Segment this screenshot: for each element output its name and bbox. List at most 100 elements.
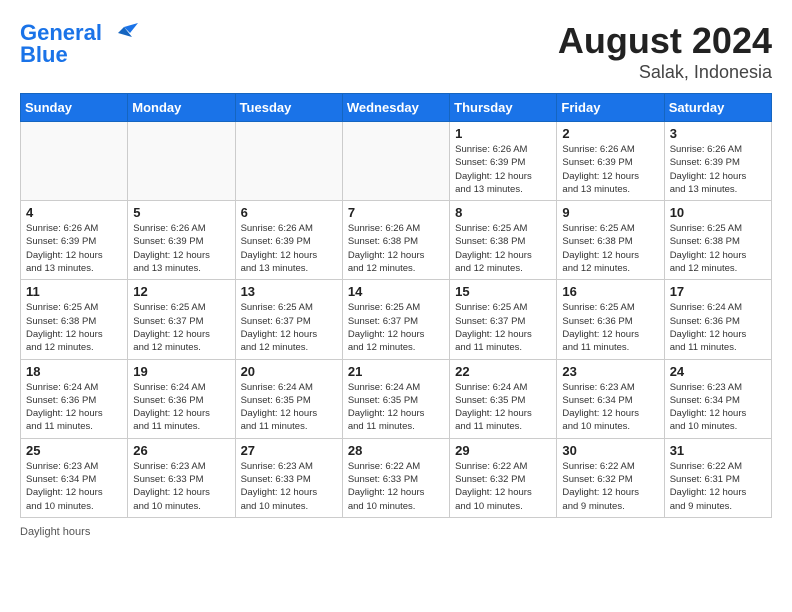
calendar-cell-1-1	[21, 122, 128, 201]
day-info: Sunrise: 6:25 AMSunset: 6:38 PMDaylight:…	[455, 222, 551, 275]
calendar-cell-3-2: 12 Sunrise: 6:25 AMSunset: 6:37 PMDayligh…	[128, 280, 235, 359]
day-number: 8	[455, 205, 551, 220]
day-info: Sunrise: 6:25 AMSunset: 6:38 PMDaylight:…	[670, 222, 766, 275]
calendar-footer: Daylight hours	[20, 526, 772, 538]
calendar-cell-3-3: 13Sunrise: 6:25 AMSunset: 6:37 PMDayligh…	[235, 280, 342, 359]
logo: General Blue	[20, 20, 138, 68]
day-number: 27	[241, 443, 337, 458]
calendar-cell-1-6: 2 Sunrise: 6:26 AMSunset: 6:39 PMDaylight…	[557, 122, 664, 201]
calendar-cell-3-5: 15 Sunrise: 6:25 AMSunset: 6:37 PMDayligh…	[450, 280, 557, 359]
day-info: Sunrise: 6:26 AMSunset: 6:39 PMDaylight:…	[133, 222, 229, 275]
day-number: 12	[133, 284, 229, 299]
day-info: Sunrise: 6:25 AMSunset: 6:37 PMDaylight:…	[133, 301, 229, 354]
calendar-cell-1-5: 1 Sunrise: 6:26 AMSunset: 6:39 PMDaylight…	[450, 122, 557, 201]
calendar-week-1: 1 Sunrise: 6:26 AMSunset: 6:39 PMDaylight…	[21, 122, 772, 201]
day-number: 10	[670, 205, 766, 220]
calendar-cell-5-4: 28 Sunrise: 6:22 AMSunset: 6:33 PMDayligh…	[342, 438, 449, 517]
day-number: 1	[455, 126, 551, 141]
calendar-cell-3-1: 11Sunrise: 6:25 AMSunset: 6:38 PMDayligh…	[21, 280, 128, 359]
calendar-week-2: 4 Sunrise: 6:26 AMSunset: 6:39 PMDaylight…	[21, 201, 772, 280]
day-info: Sunrise: 6:22 AMSunset: 6:32 PMDaylight:…	[455, 460, 551, 513]
calendar-cell-5-6: 30Sunrise: 6:22 AMSunset: 6:32 PMDayligh…	[557, 438, 664, 517]
calendar-cell-4-1: 18Sunrise: 6:24 AMSunset: 6:36 PMDayligh…	[21, 359, 128, 438]
day-number: 18	[26, 364, 122, 379]
calendar-table: SundayMondayTuesdayWednesdayThursdayFrid…	[20, 93, 772, 518]
day-info: Sunrise: 6:26 AMSunset: 6:39 PMDaylight:…	[562, 143, 658, 196]
day-info: Sunrise: 6:24 AMSunset: 6:36 PMDaylight:…	[670, 301, 766, 354]
calendar-header-row: SundayMondayTuesdayWednesdayThursdayFrid…	[21, 94, 772, 122]
day-info: Sunrise: 6:24 AMSunset: 6:35 PMDaylight:…	[455, 381, 551, 434]
day-info: Sunrise: 6:26 AMSunset: 6:39 PMDaylight:…	[670, 143, 766, 196]
weekday-header-saturday: Saturday	[664, 94, 771, 122]
logo-bird-icon	[110, 23, 138, 45]
calendar-week-3: 11Sunrise: 6:25 AMSunset: 6:38 PMDayligh…	[21, 280, 772, 359]
day-number: 24	[670, 364, 766, 379]
day-number: 3	[670, 126, 766, 141]
calendar-cell-4-7: 24 Sunrise: 6:23 AMSunset: 6:34 PMDayligh…	[664, 359, 771, 438]
calendar-cell-2-4: 7Sunrise: 6:26 AMSunset: 6:38 PMDaylight…	[342, 201, 449, 280]
weekday-header-friday: Friday	[557, 94, 664, 122]
day-number: 17	[670, 284, 766, 299]
day-number: 20	[241, 364, 337, 379]
calendar-cell-4-5: 22 Sunrise: 6:24 AMSunset: 6:35 PMDayligh…	[450, 359, 557, 438]
calendar-cell-1-7: 3 Sunrise: 6:26 AMSunset: 6:39 PMDaylight…	[664, 122, 771, 201]
calendar-cell-1-2	[128, 122, 235, 201]
calendar-cell-4-2: 19 Sunrise: 6:24 AMSunset: 6:36 PMDayligh…	[128, 359, 235, 438]
day-info: Sunrise: 6:24 AMSunset: 6:35 PMDaylight:…	[241, 381, 337, 434]
day-info: Sunrise: 6:23 AMSunset: 6:33 PMDaylight:…	[241, 460, 337, 513]
day-number: 28	[348, 443, 444, 458]
day-info: Sunrise: 6:25 AMSunset: 6:37 PMDaylight:…	[348, 301, 444, 354]
day-number: 4	[26, 205, 122, 220]
daylight-label: Daylight hours	[20, 526, 90, 538]
calendar-cell-2-7: 10 Sunrise: 6:25 AMSunset: 6:38 PMDayligh…	[664, 201, 771, 280]
weekday-header-sunday: Sunday	[21, 94, 128, 122]
logo-blue-text: Blue	[20, 42, 68, 68]
page-header: General Blue August 2024 Salak, Indonesi…	[20, 20, 772, 83]
day-number: 26	[133, 443, 229, 458]
calendar-cell-3-6: 16 Sunrise: 6:25 AMSunset: 6:36 PMDayligh…	[557, 280, 664, 359]
calendar-cell-3-7: 17 Sunrise: 6:24 AMSunset: 6:36 PMDayligh…	[664, 280, 771, 359]
day-number: 22	[455, 364, 551, 379]
calendar-cell-2-1: 4 Sunrise: 6:26 AMSunset: 6:39 PMDaylight…	[21, 201, 128, 280]
day-number: 9	[562, 205, 658, 220]
day-info: Sunrise: 6:24 AMSunset: 6:36 PMDaylight:…	[133, 381, 229, 434]
day-info: Sunrise: 6:25 AMSunset: 6:36 PMDaylight:…	[562, 301, 658, 354]
day-number: 16	[562, 284, 658, 299]
day-info: Sunrise: 6:22 AMSunset: 6:32 PMDaylight:…	[562, 460, 658, 513]
day-number: 23	[562, 364, 658, 379]
weekday-header-monday: Monday	[128, 94, 235, 122]
day-info: Sunrise: 6:22 AMSunset: 6:31 PMDaylight:…	[670, 460, 766, 513]
day-number: 15	[455, 284, 551, 299]
day-info: Sunrise: 6:26 AMSunset: 6:39 PMDaylight:…	[455, 143, 551, 196]
weekday-header-thursday: Thursday	[450, 94, 557, 122]
day-info: Sunrise: 6:23 AMSunset: 6:34 PMDaylight:…	[670, 381, 766, 434]
calendar-cell-2-3: 6Sunrise: 6:26 AMSunset: 6:39 PMDaylight…	[235, 201, 342, 280]
day-number: 31	[670, 443, 766, 458]
day-number: 19	[133, 364, 229, 379]
calendar-cell-4-3: 20 Sunrise: 6:24 AMSunset: 6:35 PMDayligh…	[235, 359, 342, 438]
calendar-cell-2-6: 9Sunrise: 6:25 AMSunset: 6:38 PMDaylight…	[557, 201, 664, 280]
calendar-cell-5-3: 27 Sunrise: 6:23 AMSunset: 6:33 PMDayligh…	[235, 438, 342, 517]
weekday-header-wednesday: Wednesday	[342, 94, 449, 122]
day-info: Sunrise: 6:24 AMSunset: 6:35 PMDaylight:…	[348, 381, 444, 434]
calendar-cell-2-2: 5 Sunrise: 6:26 AMSunset: 6:39 PMDaylight…	[128, 201, 235, 280]
month-year: August 2024	[558, 20, 772, 62]
calendar-week-5: 25Sunrise: 6:23 AMSunset: 6:34 PMDayligh…	[21, 438, 772, 517]
day-number: 2	[562, 126, 658, 141]
calendar-cell-5-5: 29 Sunrise: 6:22 AMSunset: 6:32 PMDayligh…	[450, 438, 557, 517]
calendar-cell-1-3	[235, 122, 342, 201]
day-info: Sunrise: 6:25 AMSunset: 6:37 PMDaylight:…	[455, 301, 551, 354]
day-info: Sunrise: 6:23 AMSunset: 6:33 PMDaylight:…	[133, 460, 229, 513]
day-number: 21	[348, 364, 444, 379]
calendar-cell-1-4	[342, 122, 449, 201]
day-info: Sunrise: 6:22 AMSunset: 6:33 PMDaylight:…	[348, 460, 444, 513]
day-info: Sunrise: 6:26 AMSunset: 6:39 PMDaylight:…	[26, 222, 122, 275]
day-number: 5	[133, 205, 229, 220]
location: Salak, Indonesia	[558, 62, 772, 83]
day-info: Sunrise: 6:26 AMSunset: 6:39 PMDaylight:…	[241, 222, 337, 275]
day-number: 25	[26, 443, 122, 458]
day-info: Sunrise: 6:25 AMSunset: 6:38 PMDaylight:…	[26, 301, 122, 354]
calendar-cell-4-6: 23 Sunrise: 6:23 AMSunset: 6:34 PMDayligh…	[557, 359, 664, 438]
day-info: Sunrise: 6:23 AMSunset: 6:34 PMDaylight:…	[562, 381, 658, 434]
day-number: 29	[455, 443, 551, 458]
